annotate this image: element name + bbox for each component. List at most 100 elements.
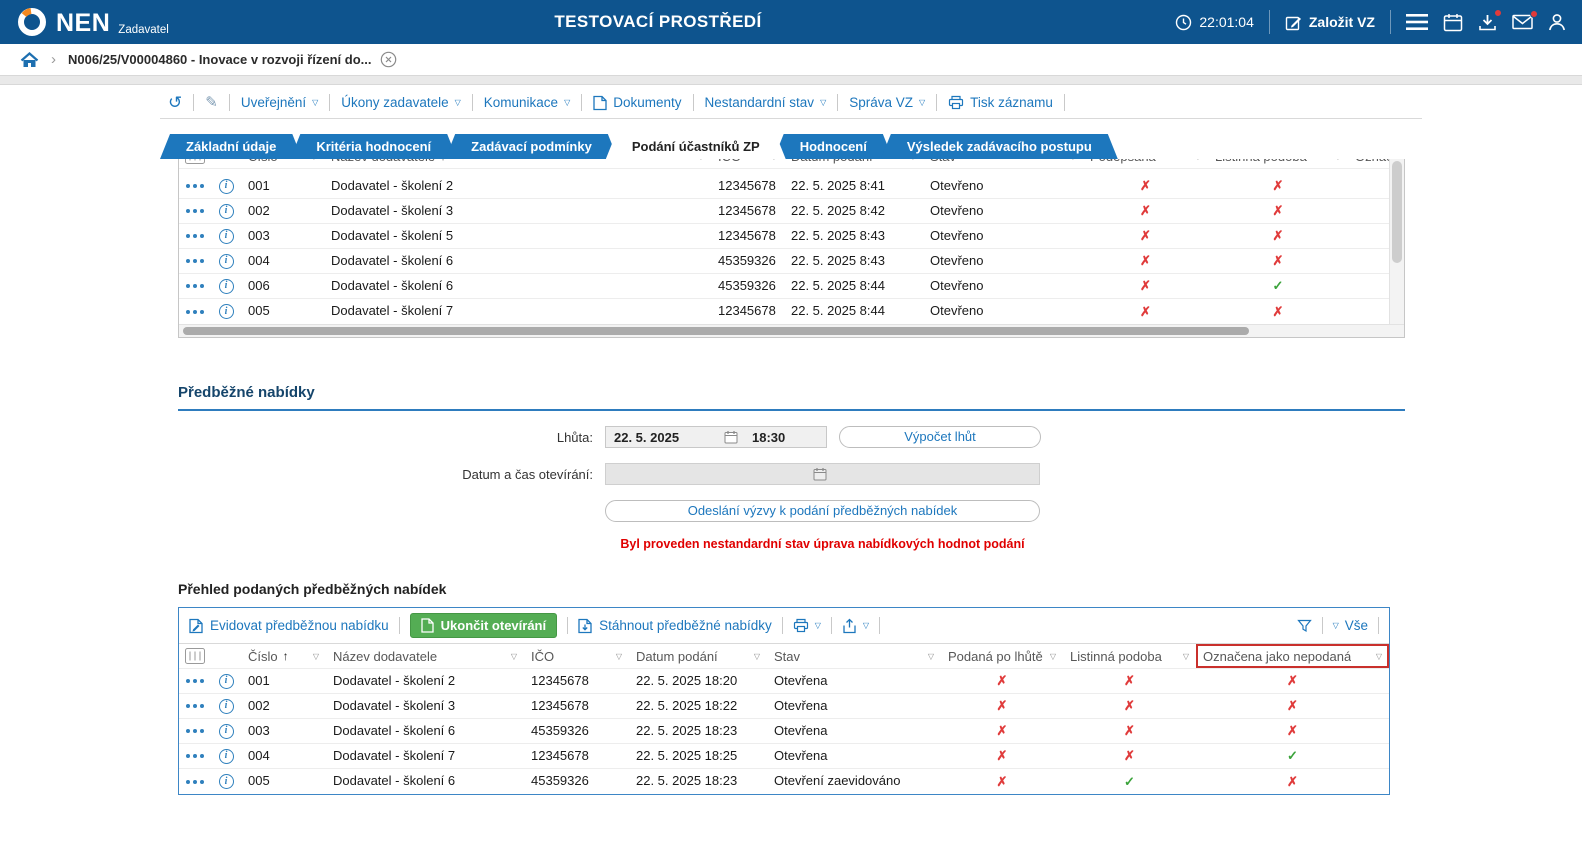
filter-dropdown-icon[interactable]: ▽: [1191, 159, 1201, 161]
menu-uverejneni[interactable]: Uveřejnění ▽: [241, 95, 318, 110]
vertical-scrollbar[interactable]: [1389, 159, 1404, 324]
send-call-button[interactable]: Odeslání výzvy k podání předběžných nabí…: [605, 500, 1040, 522]
row-menu-button[interactable]: [179, 249, 211, 274]
breadcrumb-record-tab[interactable]: N006/25/V00004860 - Inovace v rozvoji ří…: [68, 51, 397, 68]
column-header-datum[interactable]: Datum podání ▽: [784, 159, 923, 168]
menu-dokumenty[interactable]: Dokumenty: [593, 95, 682, 111]
row-menu-button[interactable]: [179, 299, 211, 324]
filter-dropdown-icon[interactable]: ▽: [309, 652, 319, 661]
row-menu-button[interactable]: [179, 274, 211, 299]
tab-2[interactable]: Kritéria hodnocení: [290, 134, 457, 159]
calc-deadlines-button[interactable]: Výpočet lhůt: [839, 426, 1041, 448]
column-header-ico[interactable]: IČO ▽: [524, 644, 629, 668]
row-menu-button[interactable]: [179, 669, 211, 694]
column-chooser-button[interactable]: [179, 159, 211, 168]
row-info-button[interactable]: [211, 249, 241, 274]
filter-dropdown-icon[interactable]: ▽: [1331, 159, 1341, 161]
calendar-button[interactable]: [1443, 13, 1463, 32]
scrollbar-thumb[interactable]: [183, 327, 1249, 335]
column-header-stav[interactable]: Stav ▽: [767, 644, 941, 668]
deadline-date-input[interactable]: 22. 5. 2025: [606, 430, 724, 445]
filter-dropdown-icon[interactable]: ▽: [750, 652, 760, 661]
row-info-button[interactable]: [211, 769, 241, 794]
filter-dropdown-icon[interactable]: ▽: [507, 652, 517, 661]
column-header-listinna[interactable]: Listinná podoba ▽: [1208, 159, 1348, 168]
tab-5[interactable]: Hodnocení: [774, 134, 893, 159]
downloads-button[interactable]: [1478, 9, 1502, 31]
deadline-input-group[interactable]: 22. 5. 2025 18:30: [605, 426, 827, 448]
filter-dropdown-icon[interactable]: ▽: [767, 159, 777, 161]
download-offers-button[interactable]: Stáhnout předběžné nabídky: [578, 618, 772, 634]
filter-dropdown-icon[interactable]: ▽: [694, 159, 704, 161]
export-button[interactable]: ▽: [842, 618, 869, 634]
filter-dropdown-icon[interactable]: ▽: [906, 159, 916, 161]
scrollbar-thumb[interactable]: [1392, 161, 1402, 264]
filter-dropdown-icon[interactable]: ▽: [1179, 652, 1189, 661]
menu-komunikace[interactable]: Komunikace ▽: [484, 95, 570, 110]
tab-1[interactable]: Základní údaje: [160, 134, 302, 159]
cross-icon: ✗: [996, 773, 1008, 789]
print-button[interactable]: ▽: [793, 618, 821, 633]
edit-record-button[interactable]: ✎: [205, 94, 218, 111]
chevron-down-icon: ▽: [919, 97, 926, 107]
main-menu-button[interactable]: [1406, 13, 1428, 31]
home-button[interactable]: [20, 51, 39, 68]
row-info-button[interactable]: [211, 299, 241, 324]
filter-vse-button[interactable]: ▽ Vše: [1333, 618, 1368, 633]
menu-nestandardni-stav[interactable]: Nestandardní stav ▽: [705, 95, 827, 110]
row-menu-button[interactable]: [179, 694, 211, 719]
tab-4[interactable]: Podání účastníků ZP: [606, 134, 786, 159]
filter-dropdown-icon[interactable]: ▽: [924, 652, 934, 661]
filter-dropdown-icon[interactable]: ▽: [1046, 652, 1056, 661]
messages-button[interactable]: [1512, 10, 1538, 30]
create-vz-button[interactable]: Založit VZ: [1285, 14, 1375, 31]
column-header-nazev[interactable]: Název dodavatele ↑ ▽: [324, 159, 711, 168]
column-header-ico[interactable]: IČO ▽: [711, 159, 784, 168]
menu-ukony-zadavatele[interactable]: Úkony zadavatele ▽: [341, 95, 460, 110]
register-offer-button[interactable]: Evidovat předběžnou nabídku: [189, 618, 389, 634]
tab-3[interactable]: Zadávací podmínky: [445, 134, 618, 159]
column-header-po_lhute[interactable]: Podaná po lhůtě ▽: [941, 644, 1063, 668]
row-menu-button[interactable]: [179, 224, 211, 249]
filter-dropdown-icon[interactable]: ▽: [612, 652, 622, 661]
filter-dropdown-icon[interactable]: ▽: [307, 159, 317, 161]
column-header-nepodana[interactable]: Označena jako nepodaná ▽: [1196, 644, 1389, 668]
row-info-button[interactable]: [211, 199, 241, 224]
print-record-button[interactable]: Tisk záznamu: [948, 95, 1053, 110]
finish-opening-button[interactable]: Ukončit otevírání: [409, 613, 558, 638]
row-menu-button[interactable]: [179, 719, 211, 744]
column-header-listinna[interactable]: Listinná podoba ▽: [1063, 644, 1196, 668]
row-info-button[interactable]: [211, 174, 241, 199]
column-header-stav[interactable]: Stav ▽: [923, 159, 1083, 168]
row-menu-button[interactable]: [179, 199, 211, 224]
column-header-datum[interactable]: Datum podání ▽: [629, 644, 767, 668]
column-chooser-button[interactable]: [179, 644, 211, 668]
submissions-table-header: Číslo▽Název dodavatele↑▽IČO▽Datum podání…: [179, 159, 1404, 174]
menu-sprava-vz[interactable]: Správa VZ ▽: [849, 95, 925, 110]
horizontal-scrollbar[interactable]: [179, 324, 1404, 337]
row-info-button[interactable]: [211, 274, 241, 299]
row-info-button[interactable]: [211, 719, 241, 744]
row-menu-button[interactable]: [179, 174, 211, 199]
column-label: Číslo: [248, 648, 278, 664]
column-header-nazev[interactable]: Název dodavatele ▽: [326, 644, 524, 668]
filter-dropdown-icon[interactable]: ▽: [1066, 159, 1076, 161]
history-button[interactable]: ↺: [168, 94, 182, 111]
column-header-cislo[interactable]: Číslo ▽: [241, 159, 324, 168]
column-header-podepsana[interactable]: Podepsána ▽: [1083, 159, 1208, 168]
row-info-button[interactable]: [211, 224, 241, 249]
filter-dropdown-icon[interactable]: ▽: [1372, 652, 1382, 661]
filter-button[interactable]: [1296, 619, 1312, 633]
profile-button[interactable]: [1548, 13, 1566, 31]
calendar-picker-icon[interactable]: [724, 430, 738, 444]
row-info-button[interactable]: [211, 744, 241, 769]
column-header-cislo[interactable]: Číslo ↑ ▽: [241, 644, 326, 668]
row-menu-button[interactable]: [179, 744, 211, 769]
tab-6[interactable]: Výsledek zadávacího postupu: [881, 134, 1118, 159]
row-menu-button[interactable]: [179, 769, 211, 794]
row-info-button[interactable]: [211, 694, 241, 719]
deadline-time-input[interactable]: 18:30: [738, 430, 826, 445]
brand[interactable]: NEN Zadavatel: [16, 6, 169, 38]
close-record-icon[interactable]: [380, 51, 397, 68]
row-info-button[interactable]: [211, 669, 241, 694]
